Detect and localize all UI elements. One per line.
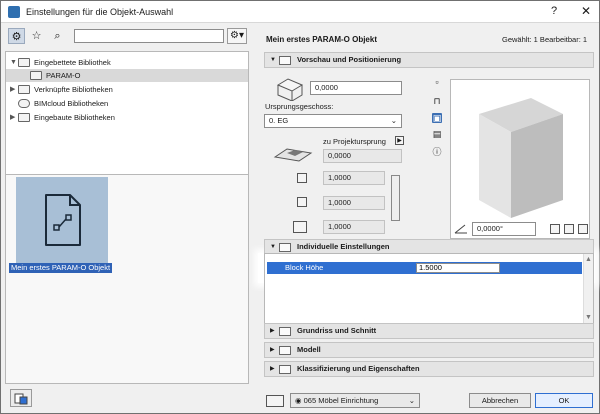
help-button[interactable]: ? xyxy=(551,5,557,17)
library-tree: ▼ Eingebettete Bibliothek PARAM-O ▶ Verk… xyxy=(5,51,249,193)
gear-icon[interactable]: ⚙▾ xyxy=(227,28,247,44)
folder-icon xyxy=(18,85,30,94)
tree-item-label: Eingebaute Bibliotheken xyxy=(34,113,115,122)
library-icon xyxy=(14,393,28,405)
tree-item-builtin[interactable]: ▶ Eingebaute Bibliotheken xyxy=(6,111,248,124)
section-icon xyxy=(279,365,291,374)
chevron-right-icon[interactable]: ▶ xyxy=(270,343,275,357)
search-icon[interactable]: ⌕ xyxy=(49,28,66,44)
favorites-star-icon[interactable]: ☆ xyxy=(28,28,45,44)
section-model[interactable]: ▶ Modell xyxy=(264,342,594,358)
app-icon xyxy=(8,6,20,18)
library-pane: ⚙ ☆ ⌕ ⚙▾ ▼ Eingebettete Bibliothek PARAM… xyxy=(5,25,249,411)
settings-pane-lower: ▼ Individuelle Einstellungen Block Höhe … xyxy=(260,25,599,413)
title-bar: Einstellungen für die Objekt-Auswahl ? ✕ xyxy=(1,1,599,23)
object-thumbnail[interactable] xyxy=(16,177,108,263)
cancel-button[interactable]: Abbrechen xyxy=(469,393,531,408)
chevron-right-icon[interactable]: ▶ xyxy=(270,362,275,376)
scroll-down-icon[interactable]: ▼ xyxy=(585,314,592,321)
parameter-row[interactable]: Block Höhe 1.5000 xyxy=(267,262,582,274)
section-icon xyxy=(279,243,291,252)
section-label: Grundriss und Schnitt xyxy=(297,326,377,335)
layer-icon xyxy=(266,395,284,407)
object-caption[interactable]: Mein erstes PARAM-O Objekt xyxy=(9,263,113,273)
cloud-icon xyxy=(18,99,30,108)
tree-item-label: BIMcloud Bibliotheken xyxy=(34,99,109,108)
folder-icon xyxy=(18,113,30,122)
chevron-down-icon[interactable]: ▼ xyxy=(270,240,276,254)
tree-view-icon[interactable]: ⚙ xyxy=(8,28,25,44)
tree-item-linked-libraries[interactable]: ▶ Verknüpfte Bibliotheken xyxy=(6,83,248,96)
chevron-right-icon[interactable]: ▶ xyxy=(10,111,15,124)
scroll-up-icon[interactable]: ▲ xyxy=(585,256,592,263)
parameter-name: Block Höhe xyxy=(285,263,324,272)
parameter-value-input[interactable]: 1.5000 xyxy=(416,263,500,273)
ok-button[interactable]: OK xyxy=(535,393,593,408)
section-label: Klassifizierung und Eigenschaften xyxy=(297,364,420,373)
layer-value: 065 Möbel Einrichtung xyxy=(303,396,379,405)
section-floorplan[interactable]: ▶ Grundriss und Schnitt xyxy=(264,323,594,339)
parameter-grid: Block Höhe 1.5000 ▲ ▼ xyxy=(264,253,594,327)
search-input[interactable] xyxy=(74,29,224,43)
library-toolbar: ⚙ ☆ ⌕ ⚙▾ xyxy=(5,25,249,47)
chevron-down-icon: ⌄ xyxy=(408,396,415,405)
section-label: Individuelle Einstellungen xyxy=(297,242,390,251)
folder-icon xyxy=(30,71,42,80)
chevron-right-icon[interactable]: ▶ xyxy=(270,324,275,338)
library-manager-button[interactable] xyxy=(10,389,32,407)
chevron-down-icon[interactable]: ▼ xyxy=(10,56,17,69)
tree-item-label: Eingebettete Bibliothek xyxy=(34,58,111,67)
eye-icon: ◉ xyxy=(295,396,304,405)
section-classification[interactable]: ▶ Klassifizierung und Eigenschaften xyxy=(264,361,594,377)
window-title: Einstellungen für die Objekt-Auswahl xyxy=(26,7,174,17)
tree-item-label: PARAM-O xyxy=(46,71,81,80)
object-file-icon xyxy=(45,194,81,246)
object-list: Mein erstes PARAM-O Objekt xyxy=(5,174,249,384)
folder-icon xyxy=(18,58,30,67)
section-icon xyxy=(279,346,291,355)
section-icon xyxy=(279,327,291,336)
dialog-window: Einstellungen für die Objekt-Auswahl ? ✕… xyxy=(0,0,600,414)
dialog-footer: ◉ 065 Möbel Einrichtung ⌄ Abbrechen OK xyxy=(260,389,599,413)
vertical-scrollbar[interactable]: ▲ ▼ xyxy=(583,254,593,326)
layer-select[interactable]: ◉ 065 Möbel Einrichtung ⌄ xyxy=(290,393,420,408)
tree-item-param-o[interactable]: PARAM-O xyxy=(6,69,248,82)
tree-item-bimcloud[interactable]: BIMcloud Bibliotheken xyxy=(6,97,248,110)
tree-item-label: Verknüpfte Bibliotheken xyxy=(34,85,113,94)
close-button[interactable]: ✕ xyxy=(581,4,591,18)
tree-item-embedded-library[interactable]: ▼ Eingebettete Bibliothek xyxy=(6,56,248,69)
chevron-right-icon[interactable]: ▶ xyxy=(10,83,15,96)
section-label: Modell xyxy=(297,345,321,354)
